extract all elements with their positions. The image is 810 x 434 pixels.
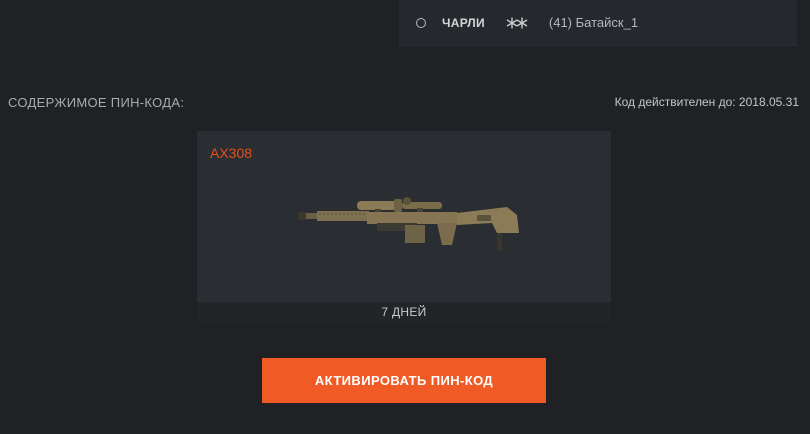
pin-item-card: AX308 7 ДНЕЙ	[197, 131, 611, 323]
server-name: ЧАРЛИ	[442, 15, 485, 30]
item-name: AX308	[210, 145, 253, 161]
sniper-rifle-icon	[297, 193, 537, 268]
pin-valid-until: Код действителен до: 2018.05.31	[614, 95, 799, 109]
item-duration: 7 ДНЕЙ	[197, 302, 611, 323]
server-channel: (41) Батайск_1	[548, 15, 639, 30]
activate-pin-button[interactable]: АКТИВИРОВАТЬ ПИН-КОД	[262, 358, 546, 403]
server-selector[interactable]: ЧАРЛИ (41) Батайск_1	[399, 0, 797, 46]
pin-content-title: СОДЕРЖИМОЕ ПИН-КОДА:	[8, 95, 185, 110]
snowflakes-icon	[505, 16, 529, 30]
server-radio[interactable]	[416, 17, 426, 28]
